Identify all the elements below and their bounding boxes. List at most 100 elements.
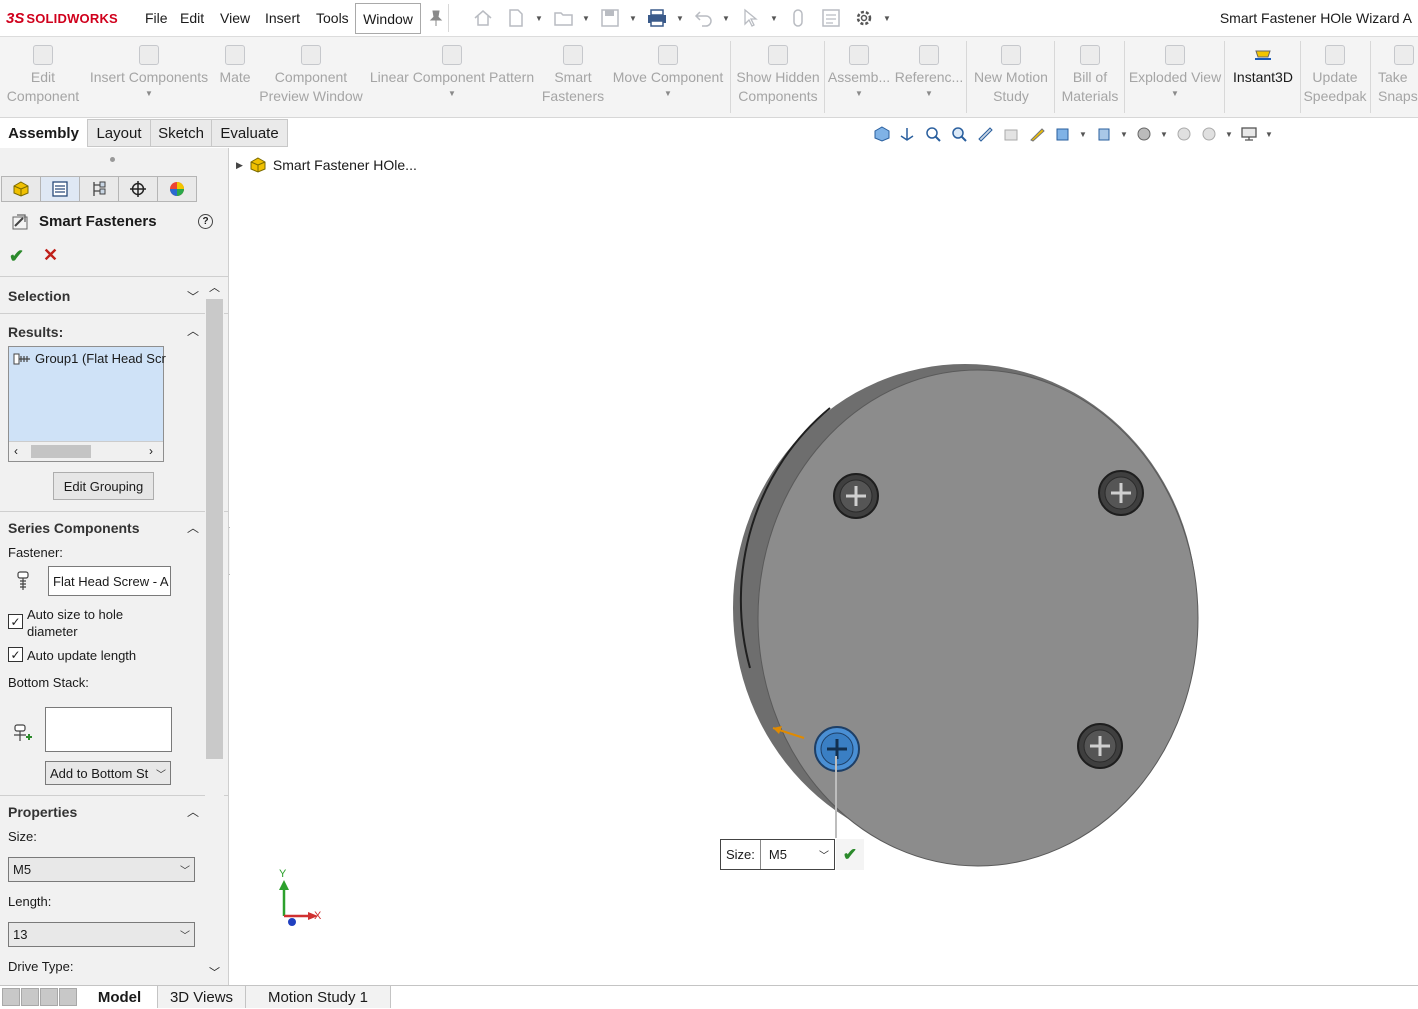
monitor-icon[interactable] <box>1241 126 1257 142</box>
tab-sketch[interactable]: Sketch <box>150 119 212 147</box>
move-component-button[interactable]: Move Component ▼ <box>608 37 728 118</box>
horizontal-scrollbar[interactable]: ‹ › <box>9 441 163 461</box>
screw-top-left[interactable] <box>833 473 879 519</box>
auto-update-length-checkbox[interactable]: ✓ <box>8 647 23 662</box>
chevron-down-icon[interactable]: ▼ <box>629 14 637 23</box>
update-speedpak-button[interactable]: Update Speedpak <box>1302 37 1368 118</box>
undo-icon[interactable] <box>694 8 714 28</box>
chevron-down-icon[interactable]: ▼ <box>664 89 672 98</box>
screw-bottom-right[interactable] <box>1077 723 1123 769</box>
zoom-to-fit-icon[interactable] <box>925 126 941 142</box>
next-tab-icon[interactable] <box>40 988 58 1006</box>
chevron-down-icon[interactable]: ▼ <box>1160 130 1168 139</box>
last-tab-icon[interactable] <box>59 988 77 1006</box>
scrollbar-thumb[interactable] <box>206 299 223 759</box>
edit-grouping-button[interactable]: Edit Grouping <box>53 472 154 500</box>
print-icon[interactable] <box>646 8 668 28</box>
screw-top-right[interactable] <box>1098 470 1144 516</box>
scrollbar-thumb[interactable] <box>31 445 91 458</box>
series-components-title[interactable]: Series Components <box>8 520 139 536</box>
size-callout[interactable]: Size: M5 ﹀ <box>720 839 835 870</box>
new-document-icon[interactable] <box>507 8 525 28</box>
properties-section-title[interactable]: Properties <box>8 804 77 820</box>
chevron-down-icon[interactable]: ▼ <box>1079 130 1087 139</box>
chevron-down-icon[interactable]: ▼ <box>855 89 863 98</box>
display-style-icon[interactable] <box>1029 126 1045 142</box>
chevron-down-icon[interactable]: ▼ <box>448 89 456 98</box>
chevron-up-icon[interactable]: ︿ <box>187 519 199 536</box>
length-dropdown[interactable]: 13 ﹀ <box>8 922 195 947</box>
panel-grip[interactable] <box>110 157 115 162</box>
chevron-down-icon[interactable]: ▼ <box>676 14 684 23</box>
tab-evaluate[interactable]: Evaluate <box>211 119 288 147</box>
results-list[interactable]: Group1 (Flat Head Scr ‹ › <box>8 346 166 462</box>
chevron-right-icon[interactable]: › <box>149 444 153 458</box>
home-icon[interactable] <box>473 8 493 28</box>
component-preview-window-button[interactable]: Component Preview Window <box>258 37 364 118</box>
open-folder-icon[interactable] <box>553 8 575 28</box>
smart-fasteners-button[interactable]: Smart Fasteners <box>540 37 606 118</box>
first-tab-icon[interactable] <box>2 988 20 1006</box>
fastener-field[interactable]: Flat Head Screw - A <box>48 566 171 596</box>
chevron-up-icon[interactable]: ︿ <box>209 279 220 295</box>
insert-components-button[interactable]: Insert Components ▼ <box>88 37 210 118</box>
section-view-icon[interactable] <box>977 126 993 142</box>
plate-face[interactable] <box>757 369 1199 867</box>
chevron-down-icon[interactable]: ﹀ <box>819 847 834 862</box>
chevron-down-icon[interactable]: ▼ <box>582 14 590 23</box>
list-item[interactable]: Group1 (Flat Head Scr <box>13 351 166 366</box>
size-dropdown[interactable]: M5 ﹀ <box>8 857 195 882</box>
take-snapshot-button[interactable]: Take Snapsh <box>1374 37 1418 118</box>
tab-feature-manager[interactable] <box>1 176 41 202</box>
add-to-bottom-stack-dropdown[interactable]: Add to Bottom St ﹀ <box>45 761 171 785</box>
graphics-area[interactable]: ▶ Smart Fastener HOle... Y X Size: M5 ﹀ … <box>230 148 1418 985</box>
linear-component-pattern-button[interactable]: Linear Component Pattern ▼ <box>368 37 536 118</box>
view-orientation-icon[interactable] <box>874 126 890 142</box>
gear-icon[interactable] <box>854 8 874 28</box>
chevron-down-icon[interactable]: ▼ <box>883 14 891 23</box>
tab-3d-views[interactable]: 3D Views <box>158 986 246 1008</box>
dynamic-annotation-icon[interactable] <box>1003 126 1019 142</box>
assembly-features-button[interactable]: Assemb... ▼ <box>828 37 890 118</box>
file-properties-icon[interactable] <box>821 8 841 28</box>
chevron-down-icon[interactable]: ▼ <box>925 89 933 98</box>
edit-component-button[interactable]: Edit Component <box>2 37 84 118</box>
tab-assembly[interactable]: Assembly <box>0 119 87 147</box>
view-settings-icon[interactable] <box>1176 126 1192 142</box>
bill-of-materials-button[interactable]: Bill of Materials <box>1058 37 1122 118</box>
zoom-to-area-icon[interactable] <box>951 126 967 142</box>
hide-show-items-icon[interactable] <box>1055 126 1071 142</box>
chevron-down-icon[interactable]: ▼ <box>1120 130 1128 139</box>
chevron-down-icon[interactable]: ▼ <box>145 89 153 98</box>
show-hidden-components-button[interactable]: Show Hidden Components <box>734 37 822 118</box>
cancel-x-icon[interactable]: ✕ <box>43 245 58 266</box>
callout-ok-icon[interactable]: ✔ <box>836 839 864 870</box>
menu-tools[interactable]: Tools <box>316 10 349 26</box>
chevron-down-icon[interactable]: ▼ <box>770 14 778 23</box>
chevron-left-icon[interactable]: ‹ <box>14 444 18 458</box>
results-section-title[interactable]: Results: <box>8 324 63 340</box>
select-arrow-icon[interactable] <box>742 8 760 28</box>
mate-button[interactable]: Mate <box>212 37 258 118</box>
tab-dimxpert-manager[interactable] <box>118 176 158 202</box>
chevron-down-icon[interactable]: ▼ <box>535 14 543 23</box>
solidworks-logo[interactable]: 3S SOLIDWORKS <box>6 8 118 28</box>
exploded-view-button[interactable]: Exploded View ▼ <box>1128 37 1222 118</box>
callout-size-value[interactable]: M5 <box>761 847 819 862</box>
auto-size-checkbox[interactable]: ✓ <box>8 614 23 629</box>
reference-geometry-button[interactable]: Referenc... ▼ <box>894 37 964 118</box>
realview-icon[interactable] <box>1201 126 1217 142</box>
chevron-down-icon[interactable]: ▼ <box>1171 89 1179 98</box>
tab-property-manager[interactable] <box>40 176 80 202</box>
instant3d-button[interactable]: Instant3D <box>1228 37 1298 118</box>
rebuild-icon[interactable] <box>790 8 806 28</box>
previous-view-icon[interactable] <box>899 126 915 142</box>
chevron-up-icon[interactable]: ︿ <box>187 322 199 339</box>
save-icon[interactable] <box>600 8 620 28</box>
menu-view[interactable]: View <box>220 10 250 26</box>
chevron-down-icon[interactable]: ▼ <box>1225 130 1233 139</box>
chevron-up-icon[interactable]: ︿ <box>187 803 199 820</box>
previous-tab-icon[interactable] <box>21 988 39 1006</box>
tab-configuration-manager[interactable] <box>79 176 119 202</box>
pin-icon[interactable] <box>428 9 444 27</box>
